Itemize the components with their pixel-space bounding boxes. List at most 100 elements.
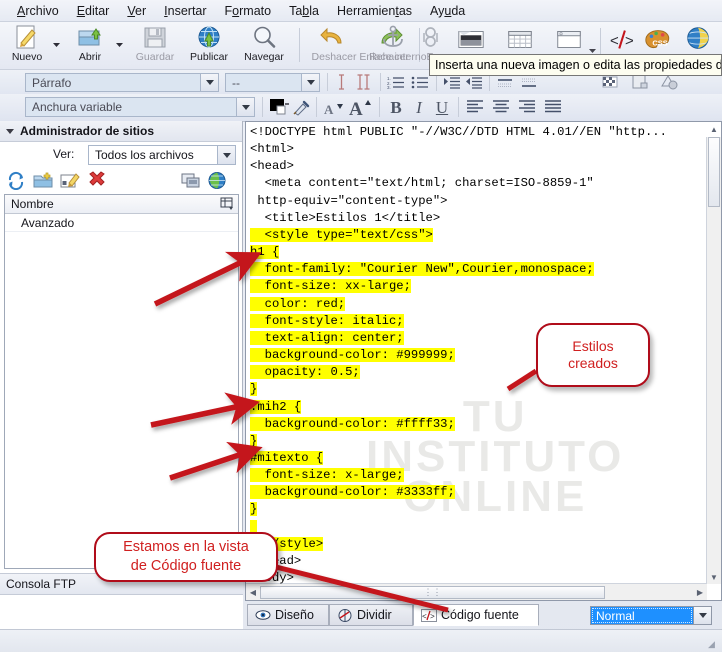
tab-codigo-fuente[interactable]: < > Código fuente xyxy=(413,604,539,626)
code-line: <style type="text/css"> xyxy=(250,227,433,242)
view-label: Ver: xyxy=(53,147,75,161)
manage-sites-icon[interactable] xyxy=(181,171,201,190)
refresh-icon[interactable] xyxy=(6,171,26,190)
align-center-icon[interactable] xyxy=(491,99,511,115)
insert-form-icon xyxy=(557,31,581,48)
decrease-font-icon[interactable]: A xyxy=(322,97,346,118)
browse-button[interactable]: Navegar xyxy=(237,24,291,68)
insert-image-icon xyxy=(458,31,484,48)
code-line: font-size: x-large; xyxy=(250,468,404,483)
callout-vista-codigo: Estamos en la vista de Código fuente xyxy=(94,532,278,582)
menu-item-tabla[interactable]: Tabla xyxy=(280,2,328,20)
width-style-caret-icon[interactable] xyxy=(236,98,254,116)
menu-item-herramientas[interactable]: Herramientas xyxy=(328,2,421,20)
publish-button[interactable]: Publicar xyxy=(183,24,235,68)
new-folder-icon[interactable] xyxy=(33,171,53,190)
svg-text:A: A xyxy=(324,102,334,117)
save-button[interactable]: Guardar xyxy=(128,24,182,68)
menu-item-archivo[interactable]: AArchivorchivo xyxy=(8,2,68,20)
indent-right-icon[interactable] xyxy=(443,75,461,89)
text-color-swatch[interactable] xyxy=(268,97,294,118)
increase-indent-marker-icon[interactable] xyxy=(354,74,373,90)
delete-icon[interactable] xyxy=(87,171,107,190)
underline-button[interactable]: U xyxy=(431,97,453,118)
vertical-scroll-thumb[interactable] xyxy=(708,137,720,207)
application-window: AArchivorchivo Editar Ver Insertar Forma… xyxy=(0,0,722,652)
editor-mode-combo[interactable]: Normal xyxy=(590,606,712,625)
code-line: .mih2 { xyxy=(250,399,302,414)
view-filter-caret-icon[interactable] xyxy=(217,146,235,164)
align-left-icon[interactable] xyxy=(465,99,485,115)
site-manager-header[interactable]: Administrador de sitios xyxy=(0,121,242,142)
tab-diseno-label: Diseño xyxy=(275,608,314,622)
code-line: #mitexto { xyxy=(250,450,324,465)
source-code-editor[interactable]: TU INSTITUTO ONLINE <!DOCTYPE html PUBLI… xyxy=(245,121,722,601)
menu-item-ayuda[interactable]: Ayuda xyxy=(421,2,474,20)
editor-mode-value: Normal xyxy=(591,607,693,624)
transparent-color-icon[interactable] xyxy=(601,74,619,90)
new-dropdown-caret-icon[interactable] xyxy=(52,40,61,49)
browse-magnifier-icon xyxy=(254,26,276,48)
code-line: background-color: #3333ff; xyxy=(250,485,455,500)
code-line: <title>Estilos 1</title> xyxy=(250,210,441,225)
bullet-list-icon[interactable] xyxy=(411,75,429,89)
code-line: } xyxy=(250,382,258,397)
tab-diseno[interactable]: Diseño xyxy=(247,604,329,626)
svg-text:>: > xyxy=(625,34,634,51)
align-right-icon[interactable] xyxy=(517,99,537,115)
border-top-icon[interactable] xyxy=(496,76,514,89)
increase-font-icon[interactable]: A xyxy=(348,95,374,119)
class-selector-combo[interactable]: -- xyxy=(225,73,320,92)
italic-button[interactable]: I xyxy=(409,97,429,118)
eyedropper-icon[interactable] xyxy=(292,99,312,116)
callout-estilos-line1: Estilos xyxy=(572,338,614,354)
scroll-left-arrow-icon[interactable]: ◀ xyxy=(246,585,260,599)
menu-item-formato[interactable]: Formato xyxy=(216,2,281,20)
site-manager-title: Administrador de sitios xyxy=(20,124,155,138)
column-options-icon[interactable] xyxy=(220,197,235,211)
editor-vertical-scrollbar[interactable]: ▲ ▼ xyxy=(706,125,721,584)
code-line: color: red; xyxy=(250,296,346,311)
code-line: <head> xyxy=(250,159,294,174)
indent-left-icon[interactable] xyxy=(465,75,483,89)
class-selector-caret-icon[interactable] xyxy=(301,74,319,91)
align-justify-icon[interactable] xyxy=(543,99,563,115)
code-line: h1 { xyxy=(250,245,280,260)
width-style-combo[interactable]: Anchura variable xyxy=(25,97,255,117)
svg-text:<: < xyxy=(422,613,427,622)
code-line: opacity: 0.5; xyxy=(250,365,360,380)
decrease-indent-marker-icon[interactable] xyxy=(334,74,349,90)
scroll-up-arrow-icon[interactable]: ▲ xyxy=(707,122,721,136)
link-chain-icon xyxy=(423,27,438,47)
bold-button[interactable]: B xyxy=(385,97,407,118)
paragraph-style-combo[interactable]: Párrafo xyxy=(25,73,219,92)
tab-dividir[interactable]: Dividir xyxy=(329,604,413,626)
status-bar: ◢ xyxy=(0,629,722,652)
editor-mode-caret-icon[interactable] xyxy=(693,607,711,624)
open-dropdown-caret-icon[interactable] xyxy=(115,40,124,49)
view-filter-combo[interactable]: Todos los archivos xyxy=(88,145,236,165)
new-button[interactable]: Nuevo xyxy=(4,24,50,68)
scroll-down-arrow-icon[interactable]: ▼ xyxy=(707,570,721,584)
collapse-twisty-icon[interactable] xyxy=(6,128,14,134)
file-list-row[interactable]: Avanzado xyxy=(5,214,238,232)
edit-icon[interactable] xyxy=(60,171,80,190)
open-button[interactable]: Abrir xyxy=(67,24,113,68)
view-filter-value: Todos los archivos xyxy=(95,148,194,162)
code-line: font-family: "Courier New",Courier,monos… xyxy=(250,262,594,277)
border-bottom-icon[interactable] xyxy=(520,76,538,89)
bold-label: B xyxy=(390,97,402,117)
paragraph-style-caret-icon[interactable] xyxy=(200,74,218,91)
menu-item-insertar[interactable]: Insertar xyxy=(155,2,215,20)
browse-web-icon[interactable] xyxy=(207,171,227,190)
svg-text:<: < xyxy=(610,34,619,51)
numbered-list-icon[interactable]: 1. 2. 3. xyxy=(387,75,405,89)
resize-grip-icon[interactable]: ◢ xyxy=(708,639,720,651)
menu-item-editar[interactable]: Editar xyxy=(68,2,119,20)
editor-horizontal-scrollbar[interactable]: ◀ ⋮⋮ ▶ xyxy=(246,583,707,600)
scroll-right-arrow-icon[interactable]: ▶ xyxy=(693,585,707,599)
horizontal-scroll-thumb[interactable]: ⋮⋮ xyxy=(260,585,605,599)
code-line: } xyxy=(250,502,258,517)
file-list[interactable]: Nombre Avanzado xyxy=(4,194,239,569)
menu-item-ver[interactable]: Ver xyxy=(118,2,155,20)
